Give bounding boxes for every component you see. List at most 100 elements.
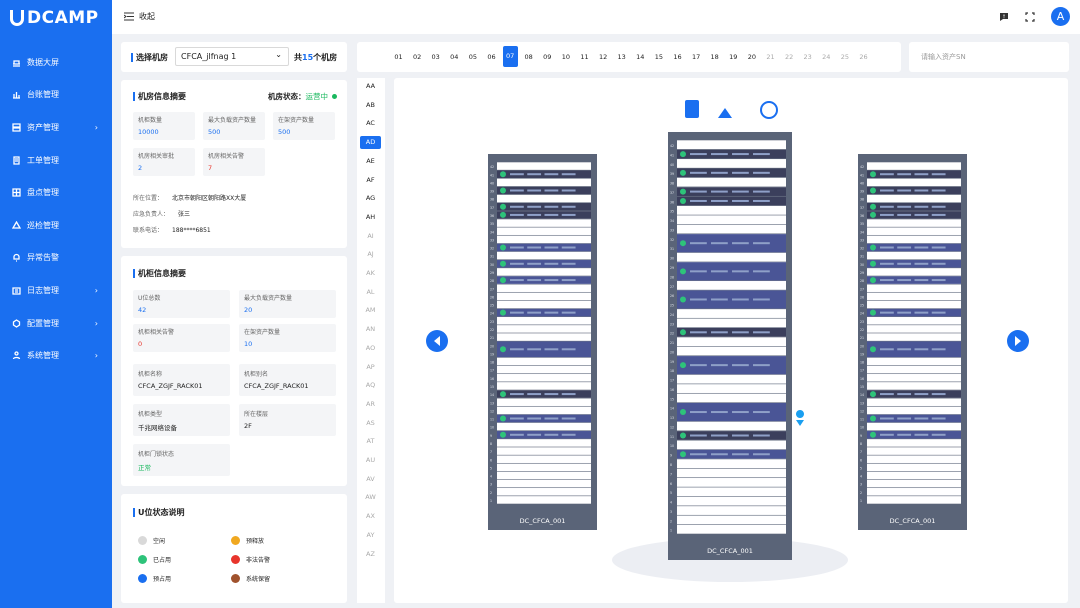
sidebar-item-7[interactable]: 异常告警 [0,242,112,275]
device-port [753,270,770,273]
room-select-dropdown[interactable]: CFCA_jlfnag 1 ⌄ [175,47,289,66]
row-item-AI: AI [367,231,374,240]
u-number: 26 [860,295,864,299]
cabinet-tab-02[interactable]: 02 [410,50,425,65]
sidebar-item-9[interactable]: 配置管理 › [0,307,112,340]
u-number: 30 [490,263,494,267]
cabinet-tab-09[interactable]: 09 [540,50,555,65]
device-status-dot [870,391,876,398]
device-status-dot [680,240,686,247]
row-item-AF[interactable]: AF [360,174,381,187]
u-number: 9 [860,434,862,438]
chevron-right-icon: › [94,351,98,361]
asset-sn-search-input[interactable]: 请输入资产SN [909,42,1069,72]
sidebar-item-6[interactable]: 巡检管理 [0,209,112,242]
u-number: 18 [670,369,674,373]
cabinet-summary-panel: 机柜信息摘要 U位总数 42 最大负载资产数量 20 机柜相关告警 0 在架资产数量 10 机柜… [121,256,347,486]
room-stat-card: 最大负载资产数量 500 [203,112,265,140]
u-number: 4 [860,475,862,479]
message-icon[interactable] [999,12,1009,22]
collapse-icon [124,12,134,21]
cabinet-tab-03[interactable]: 03 [428,50,443,65]
room-stat-card: 在架资产数量 500 [273,112,335,140]
cabinet-tab-08[interactable]: 08 [521,50,536,65]
cabinet-tab-05[interactable]: 05 [465,50,480,65]
sidebar-item-2[interactable]: 台账管理 [0,79,112,112]
u-number: 8 [490,442,492,446]
device-port [732,453,749,456]
device-port [527,393,542,396]
device-port [690,411,707,414]
cabinet-tab-15[interactable]: 15 [651,50,666,65]
device-port [510,262,524,265]
row-item-AB[interactable]: AB [360,99,381,112]
chevron-right-icon: › [94,318,98,328]
cabinet-tab-17[interactable]: 17 [689,50,704,65]
u-slot [677,318,786,328]
room-info-row: 联系电话： 188****6851 [133,225,211,234]
cabinet-tab-16[interactable]: 16 [670,50,685,65]
u-slot [867,382,961,390]
sidebar-item-10[interactable]: 系统管理 › [0,339,112,372]
u-slot [867,227,961,235]
device-port [690,171,707,174]
sidebar-item-1[interactable]: 数据大屏 [0,46,112,79]
row-item-AC[interactable]: AC [360,117,381,130]
cabinet-tab-18[interactable]: 18 [707,50,722,65]
u-slot [497,374,591,382]
u-slot [677,159,786,168]
device-port [544,433,559,436]
row-item-AG[interactable]: AG [360,192,381,205]
device-status-dot [500,277,506,284]
cabinet-tab-19[interactable]: 19 [726,50,741,65]
device-port [690,298,707,301]
sidebar-item-label: 配置管理 [27,318,59,328]
u-slot [677,496,786,506]
cabinet-tab-20[interactable]: 20 [744,50,759,65]
u-number: 4 [670,501,672,505]
room-status-value: 运营中 [305,92,329,101]
device-port [732,171,749,174]
cabinet-tab-07[interactable]: 07 [502,46,518,67]
cabinet-tab-12[interactable]: 12 [596,50,611,65]
row-item-AD[interactable]: AD [360,136,381,150]
stat-value: 10000 [138,128,159,136]
row-item-AE[interactable]: AE [360,155,381,168]
u-number: 2 [490,491,492,495]
device-port [544,262,559,265]
cabinet-tab-06[interactable]: 06 [484,50,499,65]
u-number: 24 [670,313,674,317]
cabinet-tab-14[interactable]: 14 [633,50,648,65]
device-port [690,242,707,245]
u-number: 36 [670,200,674,204]
collapse-button[interactable]: 收起 [124,11,155,22]
u-slot [497,178,591,187]
device-port [897,393,912,396]
app-logo[interactable]: DCAMP [10,8,99,28]
rack-name-label: DC_CFCA_001 [890,517,936,525]
device-port [880,348,894,351]
cabinet-tab-13[interactable]: 13 [614,50,629,65]
row-item-AM: AM [365,306,376,315]
sidebar-item-5[interactable]: 盘点管理 [0,176,112,209]
stat-label: 最大负载资产数量 [208,117,257,124]
cabinet-tab-01[interactable]: 01 [391,50,406,65]
u-slot [867,219,961,227]
u-slot [867,398,961,406]
user-avatar[interactable]: A [1051,7,1070,26]
sidebar-item-label: 异常告警 [27,253,59,263]
cabinet-tab-10[interactable]: 10 [558,50,573,65]
legend-item: 预占用 [138,574,171,583]
sidebar-item-3[interactable]: 资产管理 › [0,111,112,144]
cabinet-tab-04[interactable]: 04 [447,50,462,65]
device-status-dot [500,244,506,251]
device-port [753,298,770,301]
device-status-dot [500,431,506,438]
sidebar-item-4[interactable]: 工单管理 [0,144,112,177]
cabinet-tab-11[interactable]: 11 [577,50,592,65]
fullscreen-icon[interactable] [1025,11,1035,22]
row-item-AH[interactable]: AH [360,211,381,224]
stat-value: 2F [244,422,252,430]
sidebar-item-8[interactable]: 日志管理 › [0,274,112,307]
row-item-AA[interactable]: AA [360,80,381,93]
